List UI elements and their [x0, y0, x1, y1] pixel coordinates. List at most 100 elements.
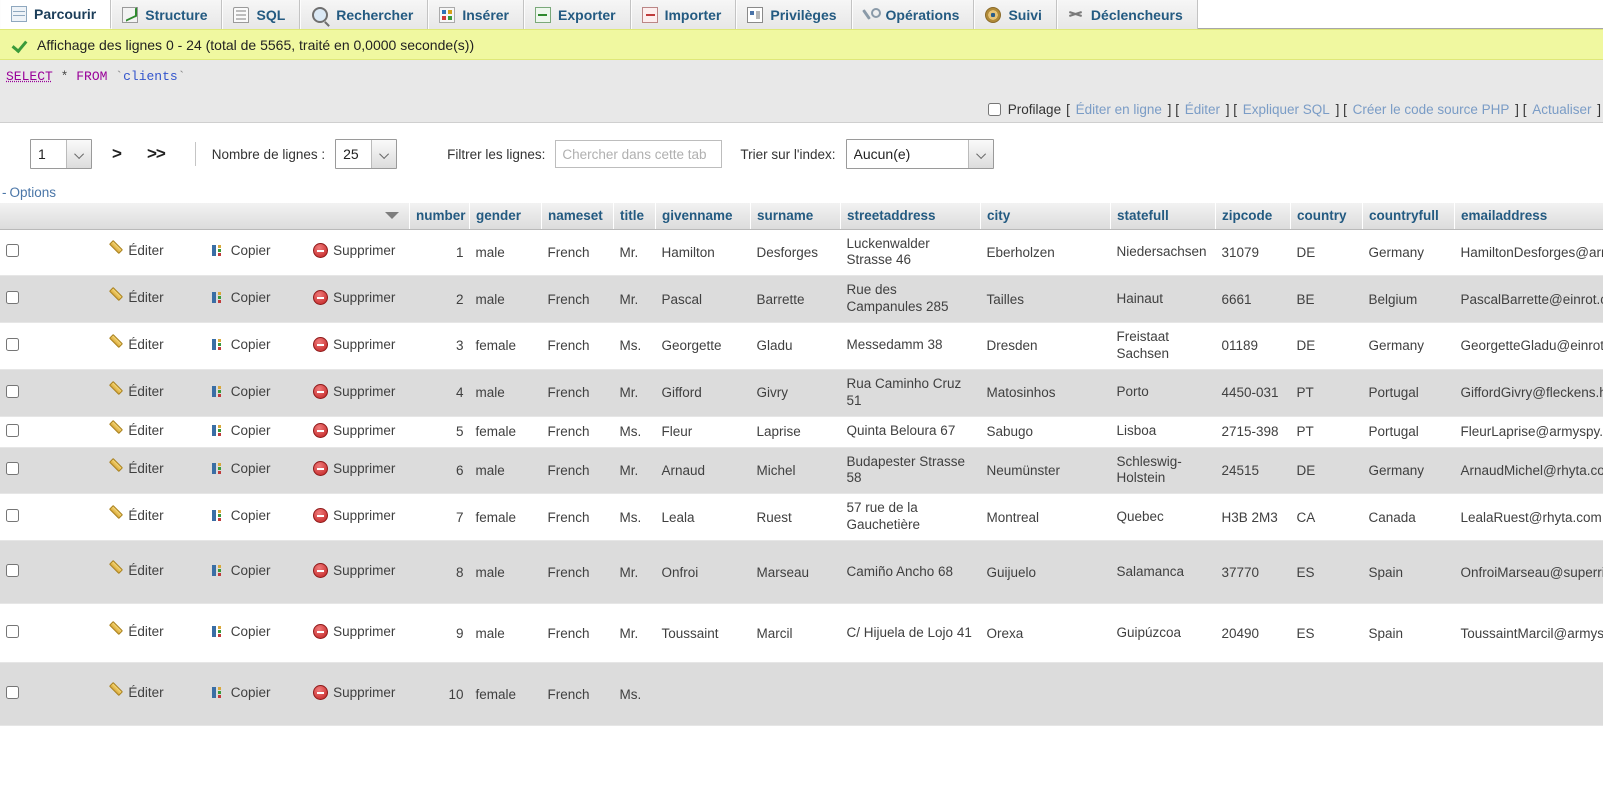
row-delete-cell[interactable]: Supprimer: [307, 540, 410, 604]
row-copy-cell[interactable]: Copier: [204, 662, 308, 726]
cell-emailaddress[interactable]: OnfroiMarseau@superrito.com: [1454, 540, 1603, 604]
cell-gender[interactable]: male: [469, 229, 542, 277]
cell-surname[interactable]: Gladu: [750, 322, 841, 370]
column-header-zipcode[interactable]: zipcode: [1215, 203, 1291, 230]
cell-givenname[interactable]: Pascal: [655, 275, 751, 323]
row-select-cell[interactable]: [0, 229, 103, 277]
cell-countryfull[interactable]: Portugal: [1362, 369, 1455, 417]
column-header-tools[interactable]: [0, 203, 410, 230]
cell-gender[interactable]: male: [469, 369, 542, 417]
cell-city[interactable]: Matosinhos: [980, 369, 1111, 417]
cell-givenname[interactable]: Toussaint: [655, 603, 751, 663]
row-edit-cell[interactable]: Éditer: [102, 369, 205, 417]
column-header-nameset[interactable]: nameset: [541, 203, 614, 230]
tab-dclencheurs[interactable]: Déclencheurs: [1056, 0, 1198, 29]
row-edit-cell[interactable]: Éditer: [102, 416, 205, 448]
rows-count-select-wrap[interactable]: 2550100250500: [335, 139, 398, 169]
cell-city[interactable]: Tailles: [980, 275, 1111, 323]
row-edit-button[interactable]: Éditer: [108, 624, 163, 639]
row-edit-cell[interactable]: Éditer: [102, 229, 205, 277]
cell-zipcode[interactable]: [1215, 662, 1291, 726]
sort-index-select-wrap[interactable]: Aucun(e): [845, 139, 994, 169]
cell-zipcode[interactable]: 01189: [1215, 322, 1291, 370]
row-checkbox[interactable]: [6, 509, 19, 523]
row-copy-cell[interactable]: Copier: [204, 229, 308, 277]
table-row[interactable]: Éditer Copier Supprimer 6 male French Mr. Arnau…: [0, 447, 1603, 495]
cell-emailaddress[interactable]: FleurLaprise@armyspy.com: [1454, 416, 1603, 448]
cell-nameset[interactable]: French: [541, 603, 614, 663]
cell-gender[interactable]: male: [469, 603, 542, 663]
cell-streetaddress[interactable]: [840, 662, 981, 726]
cell-streetaddress[interactable]: Camiño Ancho 68: [840, 540, 981, 604]
cell-gender[interactable]: female: [469, 493, 542, 541]
column-header-countryfull[interactable]: countryfull: [1362, 203, 1455, 230]
row-checkbox[interactable]: [6, 291, 19, 305]
cell-emailaddress[interactable]: GeorgetteGladu@einrot.com: [1454, 322, 1603, 370]
cell-title[interactable]: Mr.: [613, 603, 656, 663]
tab-oprations[interactable]: Opérations: [851, 0, 975, 29]
row-edit-cell[interactable]: Éditer: [102, 447, 205, 495]
cell-title[interactable]: Mr.: [613, 540, 656, 604]
cell-statefull[interactable]: Guipúzcoa: [1110, 603, 1216, 663]
cell-number[interactable]: 9: [409, 603, 470, 663]
page-number-select-wrap[interactable]: 1: [30, 139, 92, 169]
cell-zipcode[interactable]: 37770: [1215, 540, 1291, 604]
cell-title[interactable]: Ms.: [613, 416, 656, 448]
cell-zipcode[interactable]: 20490: [1215, 603, 1291, 663]
tab-privilges[interactable]: Privilèges: [736, 0, 852, 29]
cell-title[interactable]: Mr.: [613, 229, 656, 277]
tab-insrer[interactable]: Insérer: [428, 0, 525, 29]
row-delete-button[interactable]: Supprimer: [313, 290, 395, 306]
row-copy-button[interactable]: Copier: [211, 337, 271, 352]
table-row[interactable]: Éditer Copier Supprimer 4 male French Mr. Giffo…: [0, 369, 1603, 417]
row-delete-cell[interactable]: Supprimer: [307, 275, 410, 323]
cell-emailaddress[interactable]: [1454, 662, 1603, 726]
filter-rows-input[interactable]: [555, 140, 723, 168]
cell-countryfull[interactable]: Germany: [1362, 322, 1455, 370]
row-select-cell[interactable]: [0, 603, 103, 663]
sort-caret-down-icon[interactable]: [385, 212, 399, 220]
cell-streetaddress[interactable]: Budapester Strasse 58: [840, 447, 981, 495]
cell-gender[interactable]: male: [469, 447, 542, 495]
cell-country[interactable]: PT: [1290, 416, 1363, 448]
cell-gender[interactable]: female: [469, 662, 542, 726]
row-copy-button[interactable]: Copier: [211, 461, 271, 476]
cell-statefull[interactable]: Hainaut: [1110, 275, 1216, 323]
cell-number[interactable]: 7: [409, 493, 470, 541]
row-copy-cell[interactable]: Copier: [204, 603, 308, 663]
cell-emailaddress[interactable]: HamiltonDesforges@armyspy.com: [1454, 229, 1603, 277]
row-checkbox[interactable]: [6, 423, 19, 437]
cell-streetaddress[interactable]: 57 rue de la Gauchetière: [840, 493, 981, 541]
cell-countryfull[interactable]: Spain: [1362, 540, 1455, 604]
row-select-cell[interactable]: [0, 540, 103, 604]
cell-givenname[interactable]: Gifford: [655, 369, 751, 417]
table-row[interactable]: Éditer Copier Supprimer 5 female French Ms. Fle…: [0, 416, 1603, 448]
column-header-givenname[interactable]: givenname: [655, 203, 751, 230]
cell-givenname[interactable]: Arnaud: [655, 447, 751, 495]
cell-country[interactable]: DE: [1290, 447, 1363, 495]
cell-surname[interactable]: Ruest: [750, 493, 841, 541]
cell-nameset[interactable]: French: [541, 447, 614, 495]
options-bar[interactable]: - Options: [0, 185, 1603, 203]
cell-statefull[interactable]: Freistaat Sachsen: [1110, 322, 1216, 370]
cell-surname[interactable]: Michel: [750, 447, 841, 495]
row-delete-button[interactable]: Supprimer: [313, 383, 395, 399]
cell-countryfull[interactable]: Germany: [1362, 447, 1455, 495]
cell-statefull[interactable]: Niedersachsen: [1110, 229, 1216, 277]
row-copy-button[interactable]: Copier: [211, 685, 271, 700]
cell-country[interactable]: BE: [1290, 275, 1363, 323]
action-link-diter[interactable]: Éditer: [1183, 102, 1222, 117]
cell-country[interactable]: ES: [1290, 540, 1363, 604]
row-delete-button[interactable]: Supprimer: [313, 624, 395, 639]
tab-exporter[interactable]: Exporter: [524, 0, 631, 29]
column-header-streetaddress[interactable]: streetaddress: [840, 203, 981, 230]
cell-emailaddress[interactable]: GiffordGivry@fleckens.hu: [1454, 369, 1603, 417]
column-header-number[interactable]: number: [409, 203, 470, 230]
cell-surname[interactable]: [750, 662, 841, 726]
tab-sql[interactable]: SQL: [222, 0, 301, 29]
row-copy-cell[interactable]: Copier: [204, 540, 308, 604]
tab-suivi[interactable]: Suivi: [974, 0, 1057, 29]
cell-statefull[interactable]: Quebec: [1110, 493, 1216, 541]
row-copy-cell[interactable]: Copier: [204, 275, 308, 323]
cell-number[interactable]: 5: [409, 416, 470, 448]
